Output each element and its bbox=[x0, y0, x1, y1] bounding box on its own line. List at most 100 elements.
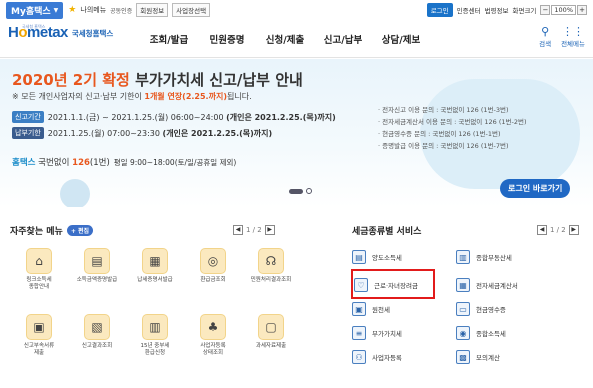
tax-item-vat[interactable]: ≡ 부가가치세 bbox=[352, 326, 402, 340]
tax-item-simulation[interactable]: ▩ 모의계산 bbox=[456, 350, 500, 364]
search-button[interactable]: ⚲ 검색 bbox=[539, 25, 551, 49]
tax-item-business-registration[interactable]: ⚇ 사업자등록 bbox=[352, 350, 402, 364]
tax-item-transfer-income[interactable]: ▤ 양도소득세 bbox=[352, 250, 402, 264]
prev-page-icon[interactable]: ◀ bbox=[233, 225, 243, 235]
fav-label: 15년 중부세 환급신청 bbox=[140, 343, 170, 356]
business-reg-icon: ⚇ bbox=[352, 350, 366, 364]
myhome-label: My홈택스 bbox=[11, 6, 51, 17]
star-icon[interactable]: ★ bbox=[68, 5, 76, 15]
zoom-select[interactable]: 100% bbox=[551, 5, 576, 15]
top-login-button[interactable]: 로그인 bbox=[426, 3, 453, 17]
tax-item-global-income[interactable]: ◉ 종합소득세 bbox=[456, 326, 506, 340]
tax-label: 부가가치세 bbox=[372, 330, 402, 338]
all-menu-label: 전체메뉴 bbox=[561, 40, 585, 48]
utility-right: 로그인 인증센터 법령정보 화면크기 − 100% + bbox=[426, 3, 587, 17]
inquiry-info-item: · 전자신고 이용 문의 : 국번없이 126 (1번-3번) bbox=[378, 106, 509, 114]
nav-apply[interactable]: 신청/제출 bbox=[256, 32, 314, 46]
comprehensive-tax-icon: ▥ bbox=[456, 250, 470, 264]
nav-inquiry[interactable]: 조회/발급 bbox=[140, 32, 198, 46]
tax-item-e-invoice[interactable]: ▦ 전자세금계산서 bbox=[456, 278, 518, 292]
search-doc-icon: ▧ bbox=[84, 314, 110, 340]
slide-indicator[interactable] bbox=[306, 188, 312, 194]
utility-bar: My홈택스 ▼ ★ 나의메뉴 공동인증 회원정보 사업장선택 로그인 인증센터 … bbox=[0, 0, 593, 20]
fav-item-4[interactable]: ☊ 민원처리결과조회 bbox=[242, 248, 300, 284]
helpline-text: 홈택스 국번없이 126(1번) 평일 9:00~18:00(토/일/공휴일 제외… bbox=[12, 158, 237, 168]
slide-indicator-active[interactable] bbox=[289, 188, 303, 194]
nav-file-pay[interactable]: 신고/납부 bbox=[314, 32, 372, 46]
login-shortcut-button[interactable]: 로그인 바로가기 bbox=[500, 179, 571, 198]
e-invoice-icon: ▦ bbox=[456, 278, 470, 292]
next-page-icon[interactable]: ▶ bbox=[264, 225, 275, 235]
calculator-icon: ▩ bbox=[456, 350, 470, 364]
inquiry-info-item: · 현금영수증 문의 : 국번없이 126 (1번-1번) bbox=[378, 130, 501, 138]
law-info-link[interactable]: 법령정보 bbox=[485, 5, 509, 15]
all-menu-button[interactable]: ⋮⋮ 전체메뉴 bbox=[561, 25, 585, 49]
tax-page-indicator: 1 / 2 bbox=[550, 226, 566, 234]
banner-decoration-small bbox=[60, 179, 90, 207]
payment-deadline-row: 납부기한 2021.1.25.(월) 07:00~23:30 (개인은 2021… bbox=[12, 127, 272, 139]
tax-label: 현금영수증 bbox=[476, 306, 506, 314]
zoom-in-icon[interactable]: + bbox=[577, 5, 587, 15]
filing-period-tag: 신고기간 bbox=[12, 111, 44, 123]
zoom-out-icon[interactable]: − bbox=[540, 5, 551, 15]
refund-icon: ◎ bbox=[200, 248, 226, 274]
fav-item-6[interactable]: ▧ 신고결과조회 bbox=[68, 314, 126, 350]
auth-center-link[interactable]: 인증센터 bbox=[457, 5, 481, 15]
logo-subtitle: 국세청홈택스 bbox=[71, 29, 114, 38]
hometax-logo[interactable]: 국세청 홈택스 Hometax 국세청홈택스 bbox=[8, 24, 113, 41]
search-icon: ⚲ bbox=[541, 25, 550, 38]
fav-label: 과세자료제출 bbox=[255, 343, 287, 349]
tax-item-withholding[interactable]: ▣ 원천세 bbox=[352, 302, 390, 316]
income-tax-icon: ▤ bbox=[352, 250, 366, 264]
fav-item-5[interactable]: ▣ 신고부속서류 제출 bbox=[10, 314, 68, 357]
form-icon: ▣ bbox=[26, 314, 52, 340]
tax-services-header: 세금종류별 서비스 bbox=[352, 224, 421, 237]
tax-label: 사업자등록 bbox=[372, 354, 402, 362]
inquiry-info-item: · 전자세금계산서 이용 문의 : 국번없이 126 (1번-2번) bbox=[378, 118, 527, 126]
fav-item-3[interactable]: ◎ 환급금조회 bbox=[184, 248, 242, 284]
screen-size-label: 화면크기 bbox=[512, 7, 537, 15]
fav-item-8[interactable]: ♣ 사업자등록 상태조회 bbox=[184, 314, 242, 357]
tax-services-title: 세금종류별 서비스 bbox=[352, 227, 422, 237]
nav-consult[interactable]: 상담/제보 bbox=[372, 32, 430, 46]
highlight-annotation-box bbox=[351, 269, 435, 299]
tax-item-comprehensive-property[interactable]: ▥ 종합부동산세 bbox=[456, 250, 512, 264]
favorites-edit-button[interactable]: + 편집 bbox=[66, 225, 93, 236]
member-info-button[interactable]: 회원정보 bbox=[136, 3, 169, 17]
header-icons: ⚲ 검색 ⋮⋮ 전체메뉴 bbox=[539, 25, 585, 49]
fav-item-0[interactable]: ⌂ 링크소득세 종합안내 bbox=[10, 248, 68, 291]
people-icon: ♣ bbox=[200, 314, 226, 340]
tax-services-pager: ◀ 1 / 2 ▶ bbox=[537, 225, 579, 235]
chevron-down-icon: ▼ bbox=[53, 6, 59, 14]
fav-item-2[interactable]: ▦ 납세증명서발급 bbox=[126, 248, 184, 284]
myhome-button[interactable]: My홈택스 ▼ bbox=[6, 1, 64, 19]
prev-page-icon[interactable]: ◀ bbox=[537, 225, 547, 235]
vat-banner: 2020년 2기 확정 부가가치세 신고/납부 안내 ※ 모든 개인사업자의 신… bbox=[0, 59, 593, 207]
favorites-header: 자주찾는 메뉴 + 편집 bbox=[10, 224, 93, 237]
main-nav: 조회/발급 민원증명 신청/제출 신고/납부 상담/제보 bbox=[140, 32, 430, 46]
fav-label: 환급금조회 bbox=[200, 277, 226, 283]
fav-label: 링크소득세 종합안내 bbox=[26, 277, 52, 290]
fav-item-1[interactable]: ▤ 소득금액증명발급 bbox=[68, 248, 126, 284]
fav-label: 민원처리결과조회 bbox=[250, 277, 292, 283]
fav-label: 신고부속서류 제출 bbox=[23, 343, 55, 356]
fav-label: 사업자등록 상태조회 bbox=[200, 343, 226, 356]
monitor-icon: ▢ bbox=[258, 314, 284, 340]
headset-icon: ☊ bbox=[258, 248, 284, 274]
my-menu-link[interactable]: 나의메뉴 bbox=[80, 5, 106, 15]
cert-link[interactable]: 공동인증 bbox=[110, 6, 132, 15]
tax-label: 양도소득세 bbox=[372, 254, 402, 262]
fav-item-7[interactable]: ▥ 15년 중부세 환급신청 bbox=[126, 314, 184, 357]
certificate-icon: ▤ bbox=[84, 248, 110, 274]
next-page-icon[interactable]: ▶ bbox=[568, 225, 579, 235]
vat-icon: ≡ bbox=[352, 326, 366, 340]
tax-item-cash-receipt[interactable]: ▭ 현금영수증 bbox=[456, 302, 506, 316]
home-icon: ⌂ bbox=[26, 248, 52, 274]
fav-label: 소득금액증명발급 bbox=[76, 277, 118, 283]
tax-label: 종합소득세 bbox=[476, 330, 506, 338]
banner-title: 2020년 2기 확정 부가가치세 신고/납부 안내 bbox=[12, 71, 303, 89]
grid-icon: ⋮⋮ bbox=[562, 25, 585, 38]
nav-certificate[interactable]: 민원증명 bbox=[198, 32, 256, 46]
fav-item-9[interactable]: ▢ 과세자료제출 bbox=[242, 314, 300, 350]
workplace-select-button[interactable]: 사업장선택 bbox=[172, 3, 211, 17]
